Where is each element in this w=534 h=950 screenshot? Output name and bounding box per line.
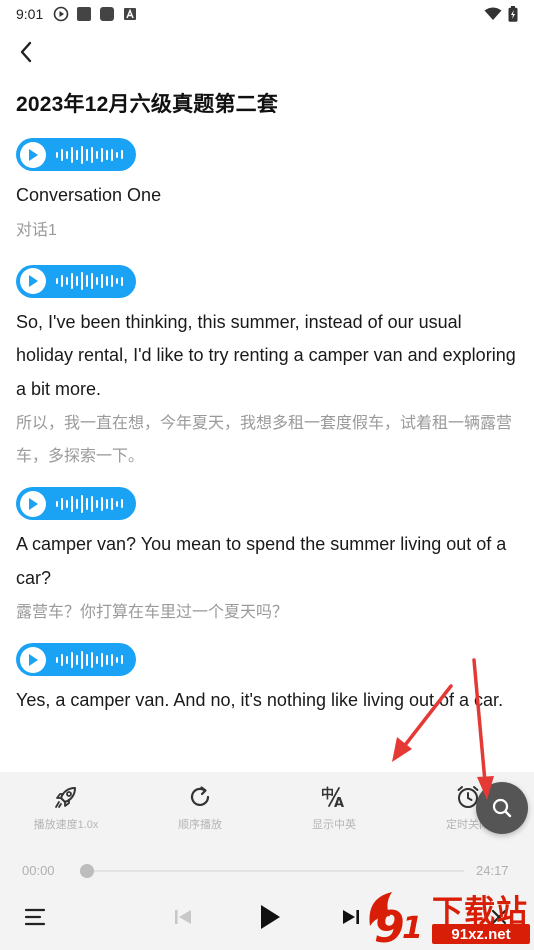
display-language-button[interactable]: 中 A 显示中英 bbox=[289, 784, 379, 832]
audio-play-button[interactable] bbox=[16, 264, 136, 298]
progress-thumb[interactable] bbox=[80, 864, 94, 878]
play-icon bbox=[20, 490, 46, 517]
square-status-icon bbox=[99, 6, 115, 22]
play-button[interactable] bbox=[254, 900, 286, 934]
watermark-logo-icon: 9 1 bbox=[369, 892, 423, 948]
playback-speed-button[interactable]: 播放速度1.0x bbox=[21, 784, 111, 832]
menu-icon bbox=[24, 908, 46, 926]
transcript-list[interactable]: Conversation One 对话1 So, I've been think… bbox=[16, 138, 522, 772]
search-button[interactable] bbox=[476, 782, 528, 834]
transcript-item: A camper van? You mean to spend the summ… bbox=[16, 487, 522, 629]
transcript-item: So, I've been thinking, this summer, ins… bbox=[16, 264, 522, 474]
status-bar: 9:01 bbox=[0, 0, 534, 28]
square-status-icon bbox=[76, 6, 92, 22]
transcript-item: Conversation One 对话1 bbox=[16, 138, 522, 247]
search-icon bbox=[492, 798, 512, 818]
skip-previous-icon bbox=[175, 910, 191, 924]
play-icon bbox=[20, 141, 46, 168]
transcript-item: Yes, a camper van. And no, it's nothing … bbox=[16, 643, 522, 718]
audio-play-button[interactable] bbox=[16, 643, 136, 676]
english-sentence: Conversation One bbox=[16, 185, 162, 205]
progress-track[interactable] bbox=[80, 864, 464, 878]
chinese-translation: 所以，我一直在想，今年夏天，我想多租一套度假车，试着租一辆露营车，多探索一下。 bbox=[16, 415, 513, 465]
svg-text:9: 9 bbox=[374, 902, 405, 948]
chevron-left-icon bbox=[20, 41, 32, 63]
repeat-icon bbox=[190, 786, 210, 806]
previous-track-button[interactable] bbox=[170, 904, 196, 930]
display-language-label: 显示中英 bbox=[312, 819, 356, 831]
watermark-url: 91xz.net bbox=[432, 924, 530, 944]
status-time: 9:01 bbox=[16, 6, 44, 22]
current-time: 00:00 bbox=[22, 863, 55, 878]
chinese-translation: 露营车？你打算在车里过一个夏天吗？ bbox=[16, 604, 289, 621]
a-status-icon bbox=[122, 6, 138, 22]
english-sentence: A camper van? You mean to spend the summ… bbox=[16, 534, 507, 588]
waveform-icon bbox=[56, 145, 123, 165]
chinese-translation: 对话1 bbox=[16, 221, 57, 239]
audio-play-button[interactable] bbox=[16, 487, 136, 520]
svg-text:1: 1 bbox=[402, 911, 423, 946]
translate-icon: 中 A bbox=[321, 786, 344, 810]
waveform-icon bbox=[56, 494, 123, 514]
english-sentence: Yes, a camper van. And no, it's nothing … bbox=[16, 690, 504, 710]
playback-speed-label: 播放速度1.0x bbox=[33, 819, 99, 831]
svg-text:A: A bbox=[334, 796, 344, 810]
next-track-button[interactable] bbox=[338, 904, 364, 930]
waveform-icon bbox=[56, 271, 123, 291]
playlist-menu-button[interactable] bbox=[22, 904, 48, 930]
total-time: 24:17 bbox=[476, 863, 509, 878]
page-title: 2023年12月六级真题第二套 bbox=[16, 93, 279, 116]
watermark: 9 1 下载站 91xz.net bbox=[362, 886, 532, 948]
wifi-icon bbox=[484, 7, 502, 24]
audio-play-button[interactable] bbox=[16, 138, 136, 171]
play-order-button[interactable]: 顺序播放 bbox=[155, 784, 245, 832]
battery-icon bbox=[508, 6, 518, 25]
play-icon bbox=[20, 646, 46, 673]
rocket-icon bbox=[55, 787, 76, 808]
play-order-label: 顺序播放 bbox=[178, 819, 222, 831]
back-button[interactable] bbox=[12, 38, 40, 66]
waveform-icon bbox=[56, 650, 123, 670]
skip-next-icon bbox=[343, 910, 359, 924]
play-icon bbox=[20, 268, 46, 294]
progress-row: 00:00 24:17 bbox=[0, 860, 534, 882]
play-icon bbox=[261, 905, 280, 929]
play-status-icon bbox=[53, 6, 69, 22]
player-options-row: 播放速度1.0x 顺序播放 中 A 显示中英 定时关闭 bbox=[0, 784, 534, 844]
english-sentence: So, I've been thinking, this summer, ins… bbox=[16, 311, 516, 399]
